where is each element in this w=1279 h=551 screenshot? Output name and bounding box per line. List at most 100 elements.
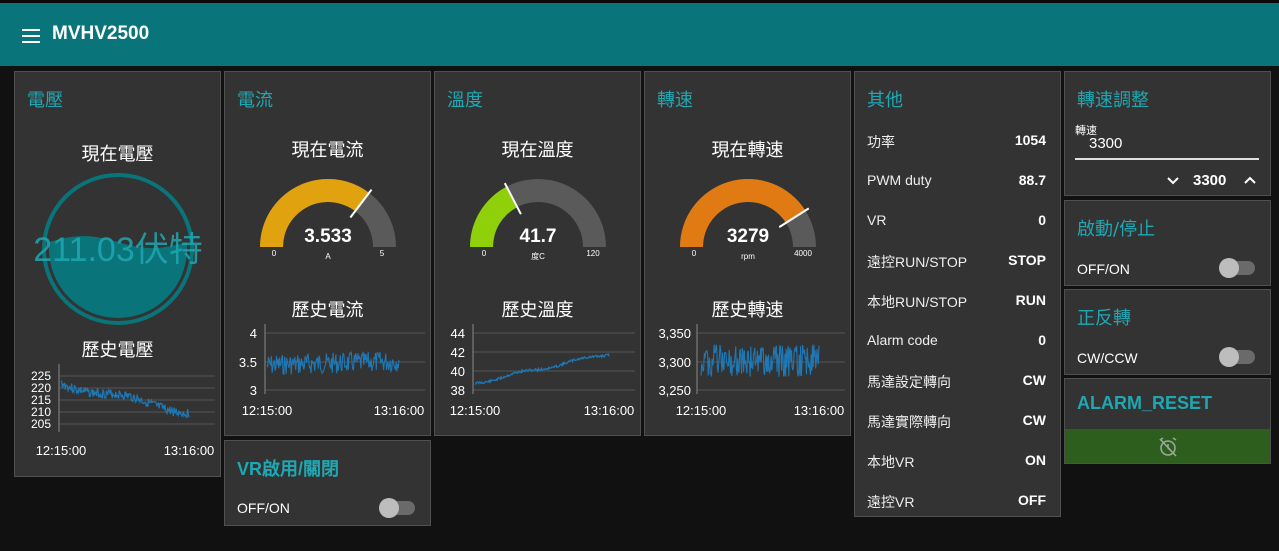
start-stop-label: OFF/ON (1077, 261, 1130, 277)
temperature-unit: 度C (531, 251, 545, 261)
vr-switch-card: VR啟用/關閉 OFF/ON (224, 440, 431, 526)
speed-min: 0 (692, 249, 697, 258)
info-row-key: 功率 (867, 134, 895, 150)
current-y-tick: 3.5 (239, 355, 257, 370)
info-row-key: 本地RUN/STOP (867, 294, 968, 310)
chevron-up-icon[interactable] (1243, 175, 1257, 185)
info-row: VR 0 (867, 212, 1046, 232)
current-gauge: 3.533 A 0 5 (260, 178, 396, 261)
info-row: 本地VR ON (867, 452, 1046, 472)
current-min: 0 (272, 249, 277, 258)
start-stop-toggle-switch[interactable] (1219, 258, 1255, 278)
speed-y-tick: 3,300 (658, 355, 691, 370)
vr-toggle-switch[interactable] (379, 498, 415, 518)
speed-y-tick: 3,350 (658, 326, 691, 341)
chevron-down-icon[interactable] (1166, 176, 1180, 186)
info-row: 馬達設定轉向 CW (867, 372, 1046, 392)
current-card: 電流 現在電流 3.533 A 0 5 歷史電流 4 3.5 3 12:15:0… (224, 71, 431, 436)
voltage-value-text: 211.03伏特 (33, 231, 202, 269)
temperature-value: 41.7 (520, 226, 557, 247)
info-row-value: 0 (1038, 332, 1046, 348)
temperature-y-tick: 38 (451, 383, 465, 398)
temperature-card: 溫度 現在溫度 41.7 度C 0 120 歷史溫度 44 42 40 38 1… (434, 71, 641, 436)
temperature-series-line (474, 353, 610, 386)
start-stop-card: 啟動/停止 OFF/ON (1064, 200, 1271, 286)
speed-history-chart: 3,350 3,300 3,250 12:15:00 13:16:00 (658, 324, 845, 418)
speed-gauge-label: 現在轉速 (711, 140, 784, 161)
temperature-gauge-label: 現在溫度 (501, 140, 574, 161)
speed-x-tick: 13:16:00 (794, 403, 845, 418)
info-row-key: Alarm code (867, 332, 938, 348)
menu-icon[interactable] (22, 29, 40, 43)
temperature-history-chart: 44 42 40 38 12:15:00 13:16:00 (450, 324, 635, 418)
direction-label: CW/CCW (1077, 350, 1138, 366)
info-row-key: 遠控RUN/STOP (867, 254, 968, 270)
temperature-min: 0 (482, 249, 487, 258)
info-row-key: VR (867, 212, 887, 228)
info-row-value: 1054 (1014, 132, 1046, 148)
info-row: 功率 1054 (867, 132, 1046, 152)
voltage-card: 電壓 211.03伏特 現在電壓 歷史電壓 225 220 215 210 20… (14, 71, 221, 477)
info-row-value: OFF (1018, 492, 1046, 508)
current-chart-label: 歷史電流 (291, 300, 364, 321)
direction-title: 正反轉 (1077, 308, 1131, 329)
temperature-card-title: 溫度 (447, 90, 483, 111)
info-row-value: CW (1022, 372, 1046, 388)
speed-chart-label: 歷史轉速 (711, 300, 784, 321)
direction-card: 正反轉 CW/CCW (1064, 289, 1271, 375)
info-row: 本地RUN/STOP RUN (867, 292, 1046, 312)
vr-switch-title: VR啟用/關閉 (237, 459, 340, 479)
speed-adjust-card: 轉速調整 轉速 3300 3300 (1064, 71, 1271, 196)
speed-value: 3279 (727, 226, 769, 247)
info-row: 遠控VR OFF (867, 492, 1046, 512)
temperature-x-tick: 13:16:00 (584, 403, 635, 418)
info-row: PWM duty 88.7 (867, 172, 1046, 192)
speed-y-tick: 3,250 (658, 383, 691, 398)
top-bar: MVHV2500 (0, 0, 1279, 66)
voltage-chart-label: 歷史電壓 (81, 340, 154, 361)
info-row: 遠控RUN/STOP STOP (867, 252, 1046, 272)
voltage-history-chart: 225 220 215 210 205 12:15:00 13:16:00 (31, 364, 215, 458)
temperature-gauge-fill (470, 186, 518, 247)
voltage-x-tick: 13:16:00 (164, 443, 215, 458)
speed-card-title: 轉速 (657, 90, 693, 111)
info-row-value: 88.7 (1018, 172, 1046, 188)
speed-stepper-value: 3300 (1193, 172, 1227, 189)
info-row-value: 0 (1038, 212, 1046, 228)
info-row-key: PWM duty (867, 172, 932, 188)
current-x-tick: 12:15:00 (242, 403, 293, 418)
current-gauge-label: 現在電流 (291, 140, 364, 161)
current-series-line (266, 350, 400, 376)
current-max: 5 (380, 249, 385, 258)
info-row-key: 馬達實際轉向 (867, 414, 951, 430)
info-row-key: 遠控VR (867, 494, 915, 510)
current-history-chart: 4 3.5 3 12:15:00 13:16:00 (239, 324, 425, 418)
voltage-card-title: 電壓 (27, 90, 63, 111)
voltage-gauge-label: 現在電壓 (81, 144, 154, 165)
other-card: 其他 功率 1054 PWM duty 88.7 VR 0 遠控RUN/STOP STOP 本地… (854, 71, 1061, 517)
temperature-y-tick: 42 (451, 345, 465, 360)
speed-card: 轉速 現在轉速 3279 rpm 0 4000 歷史轉速 3,350 3,300… (644, 71, 851, 436)
temperature-y-tick: 44 (451, 326, 465, 341)
speed-adjust-title: 轉速調整 (1077, 90, 1149, 111)
temperature-chart-label: 歷史溫度 (501, 300, 574, 321)
voltage-y-tick: 205 (31, 417, 51, 431)
temperature-gauge: 41.7 度C 0 120 (470, 179, 606, 261)
speed-input[interactable]: 3300 (1075, 134, 1259, 160)
speed-input-value: 3300 (1089, 135, 1123, 152)
alarm-reset-card: ALARM_RESET (1064, 378, 1271, 464)
app-title: MVHV2500 (52, 23, 150, 44)
temperature-y-tick: 40 (451, 364, 465, 379)
speed-x-tick: 12:15:00 (676, 403, 727, 418)
info-row-key: 本地VR (867, 454, 915, 470)
direction-toggle-switch[interactable] (1219, 347, 1255, 367)
info-row-value: STOP (1008, 252, 1046, 268)
speed-unit: rpm (741, 252, 755, 261)
voltage-x-tick: 12:15:00 (36, 443, 87, 458)
current-unit: A (325, 252, 331, 261)
alarm-reset-button[interactable] (1065, 429, 1270, 463)
other-card-title: 其他 (867, 90, 903, 111)
current-x-tick: 13:16:00 (374, 403, 425, 418)
start-stop-title: 啟動/停止 (1077, 219, 1156, 240)
info-row-value: CW (1022, 412, 1046, 428)
